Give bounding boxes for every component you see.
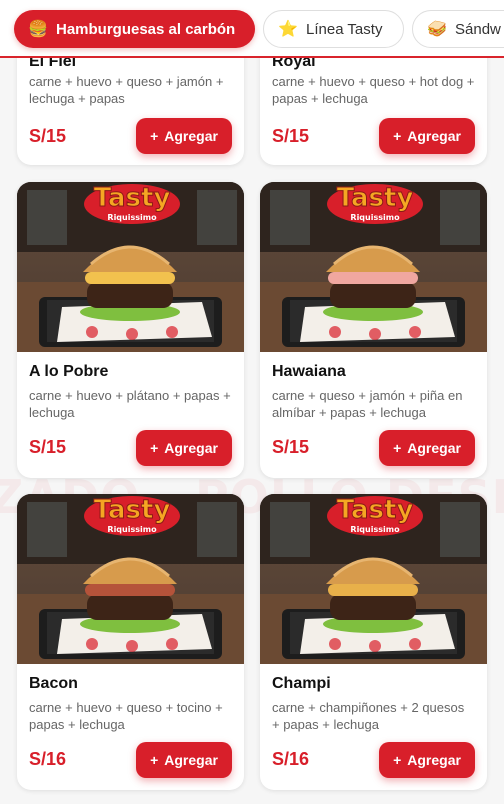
- product-price: S/16: [29, 749, 67, 769]
- add-button[interactable]: + Agregar: [136, 742, 232, 778]
- product-price: S/16: [272, 749, 310, 769]
- svg-text:Tasty: Tasty: [94, 495, 171, 525]
- svg-text:Tasty: Tasty: [337, 495, 414, 525]
- product-card[interactable]: Tasty Riquissimo Hawaiana carne + queso …: [260, 182, 487, 478]
- product-title: Bacon: [29, 675, 78, 692]
- add-button[interactable]: + Agregar: [136, 118, 232, 154]
- burger-icon: 🍔: [28, 21, 48, 38]
- product-title: A lo Pobre: [29, 363, 109, 380]
- product-description: carne + champiñones + 2 quesos + papas +…: [272, 700, 465, 732]
- add-label: Agregar: [407, 752, 461, 768]
- svg-text:Riquissimo: Riquissimo: [350, 213, 400, 222]
- product-description: carne + huevo + queso + tocino + papas +…: [29, 700, 223, 732]
- product-title: Champi: [272, 675, 331, 692]
- product-price: S/15: [272, 126, 310, 146]
- product-card[interactable]: Tasty Riquissimo Champi carne + champiño…: [260, 494, 487, 790]
- product-image: Tasty Riquissimo: [260, 494, 487, 664]
- product-image: Tasty Riquissimo: [17, 494, 244, 664]
- product-card[interactable]: Tasty Riquissimo Bacon carne + huevo + q…: [17, 494, 244, 790]
- svg-text:Riquissimo: Riquissimo: [350, 525, 400, 534]
- add-button[interactable]: + Agregar: [379, 742, 475, 778]
- product-description: carne + huevo + plátano + papas + lechug…: [29, 388, 231, 420]
- product-description: carne + huevo + queso + hot dog + papas …: [272, 74, 475, 106]
- category-chip-sandwiches[interactable]: 🥪 Sándw: [412, 10, 504, 48]
- category-bar: 🍔 Hamburguesas al carbón ⭐ Línea Tasty 🥪…: [0, 0, 504, 58]
- add-label: Agregar: [164, 128, 218, 144]
- product-title: Hawaiana: [272, 363, 346, 380]
- category-chip-linea-tasty[interactable]: ⭐ Línea Tasty: [263, 10, 404, 48]
- plus-icon: +: [150, 752, 159, 768]
- tasty-logo: Tasty Riquissimo: [84, 183, 180, 224]
- svg-text:Tasty: Tasty: [94, 183, 171, 213]
- svg-text:Riquissimo: Riquissimo: [107, 213, 157, 222]
- plus-icon: +: [393, 128, 402, 144]
- plus-icon: +: [150, 440, 159, 456]
- product-description: carne + huevo + queso + jamón + lechuga …: [29, 74, 224, 106]
- tasty-logo: Tasty Riquissimo: [327, 495, 423, 536]
- product-image: Tasty Riquissimo: [17, 182, 244, 352]
- add-label: Agregar: [407, 440, 461, 456]
- category-label: Línea Tasty: [306, 20, 383, 38]
- sandwich-icon: 🥪: [427, 21, 447, 38]
- category-label: Sándw: [455, 20, 501, 38]
- category-label: Hamburguesas al carbón: [56, 20, 236, 38]
- add-label: Agregar: [164, 440, 218, 456]
- product-description: carne + queso + jamón + piña en almíbar …: [272, 388, 463, 420]
- plus-icon: +: [393, 440, 402, 456]
- product-price: S/15: [29, 437, 67, 457]
- tasty-logo: Tasty Riquissimo: [327, 183, 423, 224]
- category-chip-hamburguesas[interactable]: 🍔 Hamburguesas al carbón: [14, 10, 255, 48]
- add-button[interactable]: + Agregar: [136, 430, 232, 466]
- product-price: S/15: [272, 437, 310, 457]
- plus-icon: +: [150, 128, 159, 144]
- product-price: S/15: [29, 126, 67, 146]
- add-button[interactable]: + Agregar: [379, 430, 475, 466]
- svg-text:Riquissimo: Riquissimo: [107, 525, 157, 534]
- add-label: Agregar: [164, 752, 218, 768]
- add-label: Agregar: [407, 128, 461, 144]
- plus-icon: +: [393, 752, 402, 768]
- product-image: Tasty Riquissimo: [260, 182, 487, 352]
- star-icon: ⭐: [278, 21, 298, 38]
- add-button[interactable]: + Agregar: [379, 118, 475, 154]
- product-card[interactable]: Tasty Riquissimo A lo Pobre carne + huev…: [17, 182, 244, 478]
- svg-text:Tasty: Tasty: [337, 183, 414, 213]
- tasty-logo: Tasty Riquissimo: [84, 495, 180, 536]
